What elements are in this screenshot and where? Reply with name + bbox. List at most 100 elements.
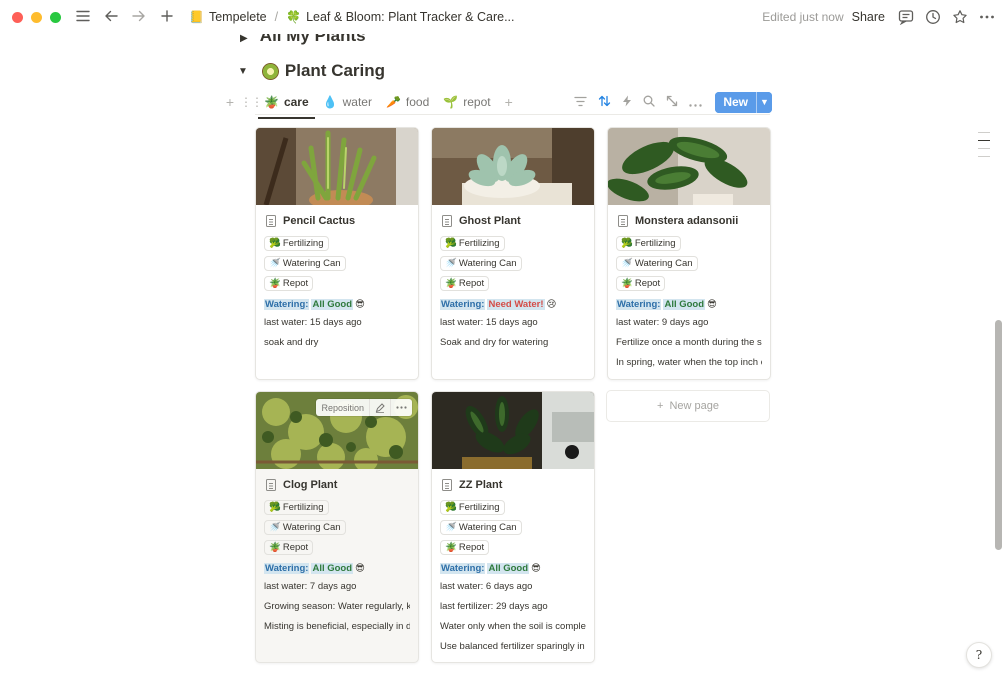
watering-label: Watering: xyxy=(264,298,310,310)
tag-fertilizing: 🥦 Fertilizing xyxy=(264,236,329,251)
watering-can-icon: 🚿 xyxy=(621,258,633,269)
watering-label: Watering: xyxy=(440,562,486,574)
tab-repot[interactable]: 🌱 repot xyxy=(443,89,490,115)
more-options-icon[interactable] xyxy=(978,8,996,26)
kiwi-icon xyxy=(261,62,279,80)
help-glyph: ? xyxy=(975,648,983,662)
watering-label: Watering: xyxy=(264,562,310,574)
gallery-card-clog-plant[interactable]: Reposition Clog Plant 🥦 Fertilizing 🚿 Wate… xyxy=(255,391,419,663)
gallery-card-ghost-plant[interactable]: Ghost Plant 🥦 Fertilizing 🚿 Watering Can 🪴… xyxy=(431,127,595,380)
new-page-button[interactable]: + New page xyxy=(606,390,770,422)
watering-can-icon: 🚿 xyxy=(269,522,281,533)
tag-watering-can: 🚿 Watering Can xyxy=(440,256,522,271)
sunglasses-emoji-icon: 😎 xyxy=(355,298,365,310)
card-tags: 🥦 Fertilizing 🚿 Watering Can 🪴 Repot xyxy=(264,496,410,555)
card-title: Monstera adansonii xyxy=(616,213,762,229)
broccoli-icon: 🥦 xyxy=(445,238,457,249)
tag-repot: 🪴 Repot xyxy=(264,276,314,291)
watering-status: Watering: All Good 😎 xyxy=(264,297,410,311)
seedling-icon: 🌱 xyxy=(443,95,459,109)
more-options-icon[interactable] xyxy=(391,399,412,416)
new-button-label[interactable]: New xyxy=(715,91,756,113)
breadcrumb-item-page[interactable]: Leaf & Bloom: Plant Tracker & Care... xyxy=(306,10,514,24)
tab-water[interactable]: 💧 water xyxy=(323,89,372,115)
gallery-card-zz-plant[interactable]: ZZ Plant 🥦 Fertilizing 🚿 Watering Can 🪴 Rep… xyxy=(431,391,595,663)
crying-emoji-icon: 😢 xyxy=(546,298,557,310)
database-toolbar: New ▼ xyxy=(574,89,772,115)
database-view-tabs: + ⋮⋮ 🪴 care 💧 water 🥕 food 🌱 repot + New… xyxy=(222,89,772,119)
filter-icon[interactable] xyxy=(574,95,587,110)
tag-label: Fertilizing xyxy=(282,238,324,249)
broccoli-icon: 🥦 xyxy=(269,502,281,513)
page-document-icon xyxy=(442,215,452,227)
automation-lightning-icon[interactable] xyxy=(622,95,632,110)
sort-icon[interactable] xyxy=(598,95,611,110)
comment-icon[interactable] xyxy=(897,8,915,26)
more-options-icon[interactable] xyxy=(689,95,703,110)
minimize-window-button[interactable] xyxy=(31,11,42,23)
new-entry-button[interactable]: New ▼ xyxy=(715,91,772,113)
tab-label: care xyxy=(283,95,309,109)
add-block-icon[interactable]: + xyxy=(222,94,238,110)
card-property-line: last water: 6 days ago xyxy=(440,581,533,592)
gallery-card-pencil-cactus[interactable]: Pencil Cactus 🥦 Fertilizing 🚿 Watering Can… xyxy=(255,127,419,380)
close-window-button[interactable] xyxy=(12,11,23,23)
back-arrow-icon[interactable] xyxy=(103,9,119,26)
reposition-button[interactable]: Reposition xyxy=(316,399,370,416)
section-heading-text: All My Plants xyxy=(259,34,366,45)
tabs-divider xyxy=(255,114,770,115)
card-title: Clog Plant xyxy=(264,477,410,493)
tag-label: Fertilizing xyxy=(634,238,676,249)
tab-label: food xyxy=(405,95,430,109)
card-title-text: Pencil Cactus xyxy=(283,215,356,227)
forward-arrow-icon[interactable] xyxy=(131,9,147,26)
cover-image-zz-plant xyxy=(432,392,594,469)
gallery-card-monstera-adansonii[interactable]: Monstera adansonii 🥦 Fertilizing 🚿 Waterin… xyxy=(607,127,771,380)
droplet-icon: 💧 xyxy=(322,95,338,109)
sidebar-menu-icon[interactable] xyxy=(75,9,91,26)
vertical-scrollbar-thumb[interactable] xyxy=(995,320,1002,550)
tag-label: Repot xyxy=(282,278,309,289)
expand-arrows-icon[interactable] xyxy=(666,95,678,110)
broccoli-icon: 🥦 xyxy=(621,238,633,249)
toggle-triangle-icon[interactable]: ▼ xyxy=(238,66,248,77)
tag-label: Watering Can xyxy=(458,522,517,533)
tag-repot: 🪴 Repot xyxy=(264,540,314,555)
share-button[interactable]: Share xyxy=(852,10,885,24)
tag-label: Watering Can xyxy=(634,258,693,269)
card-title: Ghost Plant xyxy=(440,213,586,229)
breadcrumb-item-tempelete[interactable]: Tempelete xyxy=(209,10,267,24)
clover-icon: 🍀 xyxy=(286,10,302,24)
section-heading-plant-caring[interactable]: ▼ Plant Caring xyxy=(238,61,385,81)
watering-status: Watering: All Good 😎 xyxy=(616,297,762,311)
watering-status-value: All Good xyxy=(311,298,354,310)
card-property-line: Water only when the soil is complete xyxy=(440,621,586,632)
tag-fertilizing: 🥦 Fertilizing xyxy=(440,500,505,515)
card-title-text: ZZ Plant xyxy=(459,479,503,491)
add-view-icon[interactable]: + xyxy=(505,94,513,110)
card-title-text: Ghost Plant xyxy=(459,215,521,227)
tag-repot: 🪴 Repot xyxy=(616,276,666,291)
tab-care[interactable]: 🪴 care xyxy=(258,89,315,119)
breadcrumb: 📒 Tempelete / 🍀 Leaf & Bloom: Plant Trac… xyxy=(189,10,515,24)
history-clock-icon[interactable] xyxy=(924,8,942,26)
new-page-plus-icon[interactable] xyxy=(159,9,175,26)
zoom-window-button[interactable] xyxy=(50,11,61,23)
title-bar: 📒 Tempelete / 🍀 Leaf & Bloom: Plant Trac… xyxy=(0,0,1005,34)
tab-food[interactable]: 🥕 food xyxy=(386,89,429,115)
tag-label: Repot xyxy=(458,542,485,553)
collapse-toggle-icon[interactable]: ▶ xyxy=(240,34,248,44)
card-property-line: Soak and dry for watering xyxy=(440,337,549,348)
card-property-line: Growing season: Water regularly, kee xyxy=(264,601,410,612)
chevron-down-icon[interactable]: ▼ xyxy=(756,91,772,113)
edit-pencil-icon[interactable] xyxy=(370,399,391,416)
page-outline-indicator[interactable] xyxy=(978,132,990,164)
drag-handle-icon[interactable]: ⋮⋮ xyxy=(240,95,263,109)
tab-label: repot xyxy=(463,95,491,109)
card-tags: 🥦 Fertilizing 🚿 Watering Can 🪴 Repot xyxy=(264,232,410,291)
cover-controls: Reposition xyxy=(316,399,412,416)
section-heading-all-my-plants[interactable]: ▶ All My Plants xyxy=(240,34,366,46)
search-icon[interactable] xyxy=(643,95,655,110)
help-button[interactable]: ? xyxy=(966,642,992,668)
favorite-star-icon[interactable] xyxy=(951,8,969,26)
